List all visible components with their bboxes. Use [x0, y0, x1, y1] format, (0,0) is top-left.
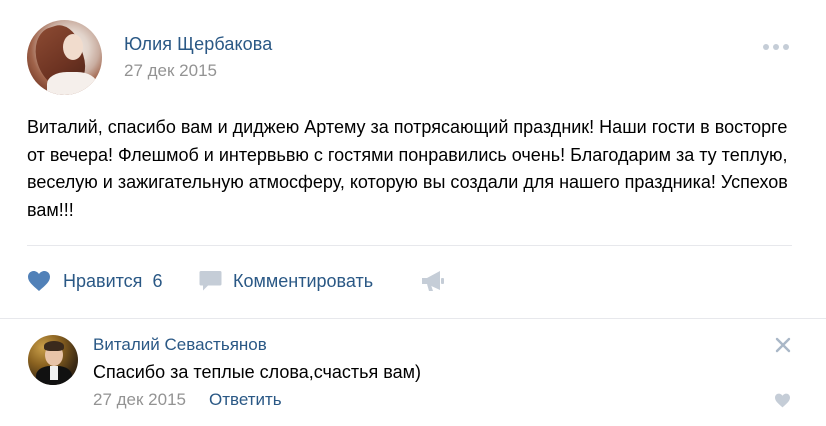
like-count: 6: [152, 270, 163, 291]
reply-text: Спасибо за теплые слова,счастья вам): [93, 362, 422, 382]
post-date[interactable]: 27 дек 2015: [124, 61, 217, 81]
post-text: Виталий, спасибо вам и диджею Артему за …: [27, 117, 788, 220]
dot-icon: [783, 44, 789, 50]
dot-icon: [763, 44, 769, 50]
heart-icon[interactable]: [774, 393, 791, 408]
dot-icon: [773, 44, 779, 50]
avatar-hair: [44, 341, 64, 351]
comment-label: Комментировать: [233, 270, 374, 291]
wall-post: Юлия Щербакова 27 дек 2015 Виталий, спас…: [0, 0, 826, 426]
reply-author-avatar[interactable]: [28, 335, 78, 385]
comment-button[interactable]: Комментировать: [199, 267, 373, 295]
more-options-button[interactable]: [763, 42, 793, 52]
heart-icon: [28, 271, 50, 291]
avatar-face: [63, 34, 83, 60]
reply-button[interactable]: Ответить: [209, 390, 282, 410]
divider: [27, 245, 792, 246]
close-icon[interactable]: [775, 337, 791, 353]
like-label: Нравится: [63, 270, 143, 291]
reply-author-name[interactable]: Виталий Севастьянов: [93, 335, 267, 355]
author-avatar[interactable]: [27, 20, 102, 95]
divider: [0, 318, 826, 319]
post-author-name[interactable]: Юлия Щербакова: [124, 34, 272, 55]
megaphone-icon[interactable]: [421, 270, 445, 292]
avatar-shirt: [50, 366, 58, 380]
reply-date[interactable]: 27 дек 2015: [93, 390, 186, 410]
like-button[interactable]: Нравится 6: [27, 267, 162, 295]
comment-icon: [199, 271, 222, 291]
avatar-dress: [47, 72, 97, 95]
